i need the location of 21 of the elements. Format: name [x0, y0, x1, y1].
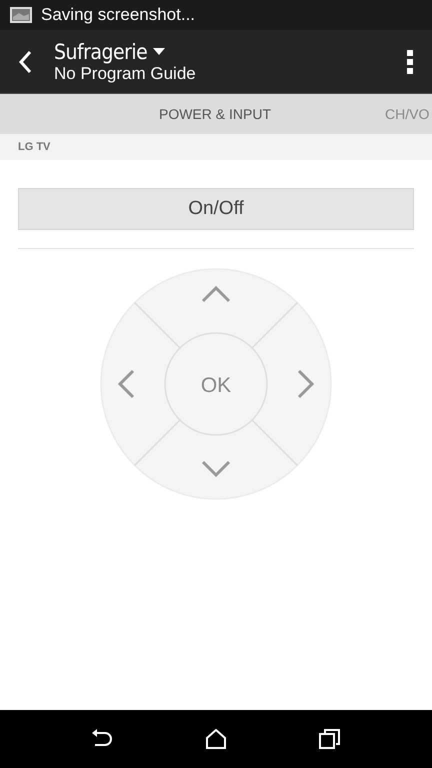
room-dropdown[interactable]: Sufragerie	[54, 40, 406, 64]
caret-icon	[153, 48, 166, 55]
divider-line	[251, 419, 298, 466]
up-arrow-button[interactable]	[202, 286, 230, 302]
back-icon[interactable]	[91, 729, 113, 749]
section-header: LG TV	[18, 141, 50, 153]
overflow-menu-button[interactable]	[406, 48, 414, 74]
right-arrow-button[interactable]	[298, 370, 314, 398]
down-arrow-button[interactable]	[202, 460, 230, 478]
left-arrow-button[interactable]	[118, 370, 134, 398]
tab[interactable]: POWER & INPUT	[115, 94, 315, 134]
power-button[interactable]: On/Off	[18, 188, 414, 230]
subtitle: No Program Guide	[54, 64, 197, 84]
divider-line	[134, 302, 181, 349]
home-icon[interactable]	[205, 729, 227, 749]
divider-line	[134, 419, 181, 466]
divider-line	[251, 302, 298, 349]
notification-text: Saving screenshot...	[41, 5, 196, 25]
recent-apps-icon[interactable]	[319, 729, 341, 749]
ok-label: OK	[200, 374, 232, 397]
picture-icon	[10, 7, 32, 23]
